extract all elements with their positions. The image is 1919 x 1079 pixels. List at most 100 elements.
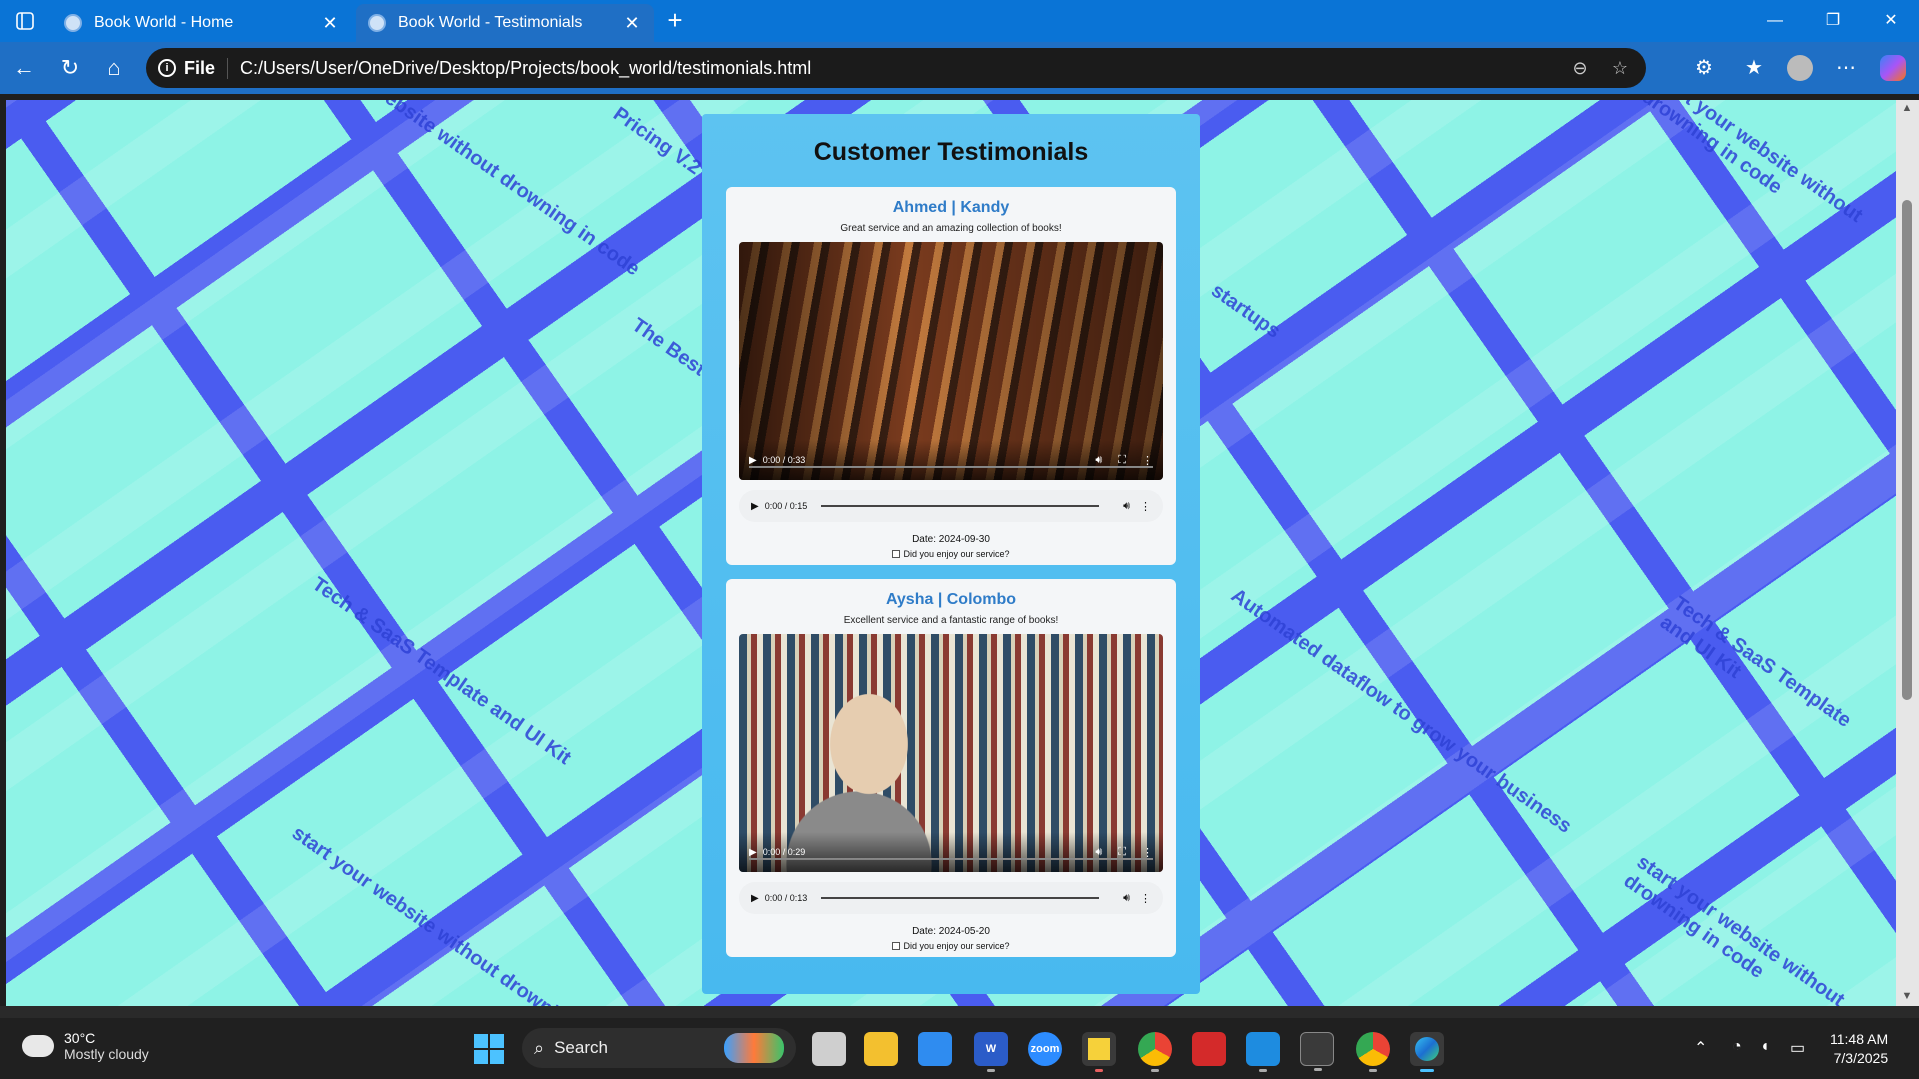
page-scrollbar[interactable]: ▲ ▼ [1896,100,1919,1006]
background-text: start your website without drowning in c… [1637,100,1867,227]
volume-icon[interactable]: 🔊︎ [1095,846,1102,859]
play-icon[interactable]: ▶ [751,501,759,512]
video-player[interactable]: ▶ 0:00 / 0:29 🔊︎ ⛶ ⋮ [739,634,1163,872]
search-label: Search [554,1038,608,1057]
play-icon[interactable]: ▶ [749,455,757,466]
enjoy-checkbox-row[interactable]: Did you enjoy our service? [738,549,1164,559]
zoom-icon[interactable]: zoom [1028,1032,1062,1066]
browser-titlebar: Book World - Home ✕ Book World - Testimo… [0,0,1919,42]
play-icon[interactable]: ▶ [751,893,759,904]
minimize-button[interactable]: — [1752,6,1798,36]
tab-actions-icon[interactable] [8,6,42,36]
fullscreen-icon[interactable]: ⛶ [1118,846,1126,859]
video-controls: ▶ 0:00 / 0:33 🔊︎ ⛶ ⋮ [739,440,1163,480]
background-text: start your website without drowning in c… [287,821,644,1006]
chevron-up-icon[interactable]: ⌃ [1694,1038,1707,1058]
audio-progress-bar[interactable] [821,897,1100,899]
scroll-thumb[interactable] [1902,200,1912,700]
testimonial-name: Aysha | Colombo [885,591,1017,608]
scheme-label: File [184,57,229,79]
more-options-icon[interactable]: ⋮ [1142,846,1153,859]
volume-icon[interactable]: 🔊︎ [1123,500,1130,513]
home-button[interactable]: ⌂ [98,52,130,84]
testimonial-message: Excellent service and a fantastic range … [843,615,1059,626]
testimonial-message: Great service and an amazing collection … [840,223,1062,234]
reload-button[interactable]: ↻ [54,52,86,84]
sticky-notes-icon[interactable] [1082,1032,1116,1072]
taskbar-search[interactable]: ⌕ Search [522,1028,796,1068]
taskbar-clock[interactable]: 11:48 AM 7/3/2025 [1830,1030,1888,1068]
enjoy-checkbox[interactable] [892,942,901,950]
task-view-icon[interactable] [812,1032,846,1066]
video-time: 0:00 / 0:33 [762,455,806,465]
extensions-icon[interactable]: ⚙ [1688,52,1720,84]
enjoy-label: Did you enjoy our service? [903,549,1010,559]
volume-icon[interactable]: 🔊︎ [1123,892,1130,905]
zoom-icon[interactable]: ⊖ [1566,58,1594,79]
restore-button[interactable]: ❐ [1810,6,1856,36]
video-player[interactable]: ▶ 0:00 / 0:33 🔊︎ ⛶ ⋮ [739,242,1163,480]
acrobat-icon[interactable] [1192,1032,1226,1066]
background-text: Pricing V.2 [609,102,705,180]
tab-testimonials[interactable]: Book World - Testimonials ✕ [356,4,654,42]
globe-icon [368,14,386,32]
close-window-button[interactable]: ✕ [1868,6,1914,36]
back-button[interactable]: ← [8,52,40,84]
testimonial-date: Date: 2024-05-20 [912,926,990,937]
info-icon[interactable]: i [158,59,176,77]
file-explorer-icon[interactable] [864,1032,898,1066]
vscode-icon[interactable] [1246,1032,1280,1072]
chrome-icon[interactable] [1356,1032,1390,1072]
address-bar[interactable]: i File C:/Users/User/OneDrive/Desktop/Pr… [146,48,1646,88]
background-text: start your website without drowning in c… [287,100,644,281]
enjoy-checkbox-row[interactable]: Did you enjoy our service? [738,941,1164,951]
terminal-icon[interactable] [1300,1032,1334,1071]
notepad-icon[interactable] [918,1032,952,1066]
chrome-icon[interactable] [1138,1032,1172,1072]
video-controls: ▶ 0:00 / 0:29 🔊︎ ⛶ ⋮ [739,832,1163,872]
clock-date: 7/3/2025 [1833,1050,1889,1066]
globe-icon [64,14,82,32]
more-menu-icon[interactable]: ⋯ [1830,52,1862,84]
more-options-icon[interactable]: ⋮ [1140,892,1151,905]
fullscreen-icon[interactable]: ⛶ [1118,454,1126,467]
audio-player[interactable]: ▶ 0:00 / 0:15 🔊︎ ⋮ [739,490,1163,522]
audio-time: 0:00 / 0:15 [764,501,808,511]
tab-home[interactable]: Book World - Home ✕ [52,4,352,42]
clock-time: 11:48 AM [1830,1031,1889,1047]
enjoy-label: Did you enjoy our service? [903,941,1010,951]
background-text: Tech & SaaS Template and UI Kit [308,573,575,770]
background-text: Tech & SaaS Template and UI Kit [1655,592,1856,732]
wifi-icon[interactable]: ◔ [1732,1038,1742,1056]
background-text: start your website without drowning in c… [1619,850,1849,1006]
audio-player[interactable]: ▶ 0:00 / 0:13 🔊︎ ⋮ [739,882,1163,914]
weather-widget[interactable]: 30°C Mostly cloudy [18,1029,149,1062]
enjoy-checkbox[interactable] [892,550,901,558]
audio-progress-bar[interactable] [821,505,1100,507]
edge-icon[interactable] [1410,1032,1444,1072]
testimonial-card: Aysha | Colombo Excellent service and a … [726,579,1176,957]
url-text[interactable]: C:/Users/User/OneDrive/Desktop/Projects/… [240,58,1554,79]
background-text: Automated dataflow to grow your business [1227,584,1576,838]
copilot-icon[interactable] [1880,55,1906,81]
weather-condition: Mostly cloudy [64,1046,149,1062]
scroll-down-icon[interactable]: ▼ [1900,990,1914,1002]
favorite-star-icon[interactable]: ☆ [1606,58,1634,79]
audio-time: 0:00 / 0:13 [764,893,808,903]
profile-avatar[interactable] [1787,55,1813,81]
tab-label: Book World - Testimonials [398,14,583,31]
new-tab-button[interactable]: + [660,6,690,36]
more-options-icon[interactable]: ⋮ [1142,454,1153,467]
close-icon[interactable]: ✕ [320,13,340,34]
volume-icon[interactable]: ◖ [1760,1038,1770,1056]
word-icon[interactable]: W [974,1032,1008,1072]
battery-icon[interactable]: ▭ [1790,1038,1805,1058]
close-icon[interactable]: ✕ [622,13,642,34]
volume-icon[interactable]: 🔊︎ [1095,454,1102,467]
windows-start-icon[interactable] [474,1034,504,1064]
favorites-icon[interactable]: ★ [1738,52,1770,84]
play-icon[interactable]: ▶ [749,847,757,858]
window-bottom-edge [0,1006,1919,1018]
scroll-up-icon[interactable]: ▲ [1900,102,1914,114]
more-options-icon[interactable]: ⋮ [1140,500,1151,513]
